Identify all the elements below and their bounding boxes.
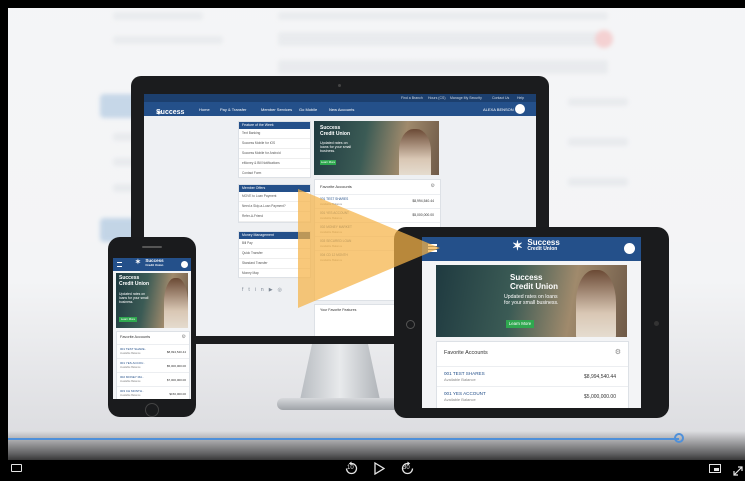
picture-in-picture-icon[interactable] [709,464,721,473]
table-row[interactable]: 001 YES ACCOU.. Available Balance $5,000… [117,358,189,373]
hero-text: Updated rates on loans for your small bu… [119,292,149,304]
tablet-camera [654,321,659,326]
monitor-stand [300,344,380,400]
list-item[interactable]: MOVE to Loan Payment [239,192,310,202]
favorites-title: Favorite Accounts [320,184,352,189]
table-row[interactable]: 001 YES ACCOUNT Available Balance $5,000… [437,386,628,407]
hero-logo: Success Credit Union [119,275,149,287]
linkedin-icon[interactable]: in [255,287,269,293]
play-icon[interactable] [374,461,386,480]
learn-more-button[interactable]: Learn More [119,317,137,322]
feature-card: Feature of the Week Text Banking Success… [238,121,311,179]
fullscreen-icon[interactable] [733,463,743,481]
gear-icon[interactable]: ⚙ [615,348,621,356]
top-link[interactable]: Find a Branch [401,96,423,100]
hero-logo: Success Credit Union [320,125,350,137]
desktop-top-links: Find a Branch Hours (CS) Manage My Secur… [144,94,536,102]
nav-item-pay-transfer[interactable]: Pay & Transfer [220,107,246,112]
top-link[interactable]: Contact Us [492,96,509,100]
phone-speaker [142,246,162,248]
phone-screen: ✶ Success Credit Union Success Credit Uni… [113,258,191,399]
favorites-title: Favorite Accounts [120,335,151,339]
desktop-main-nav: ✶ Success Home Pay & Transfer Member Ser… [144,102,536,117]
table-row[interactable]: 001 TEST SHARE.. Available Balance $8,99… [117,344,189,359]
instagram-icon[interactable]: ◎ [278,287,287,293]
list-item[interactable]: Standard Transfer [239,259,310,269]
tablet-home-button [406,320,415,329]
card-title: Member Offers [239,185,310,192]
card-title: Money Management [239,232,310,239]
nav-item-home[interactable]: Home [199,107,210,112]
monitor-base [277,398,405,410]
tablet-screen: ✶ Success Credit Union Success Credit Uni… [422,237,641,408]
hero-banner[interactable]: Success Credit Union Updated rates on loa… [314,121,439,175]
progress-bar[interactable] [8,438,679,440]
table-row[interactable]: 002 MONEY MA.. Available Balance $7,000,… [117,372,189,387]
nav-item-member-services[interactable]: Member Services [261,107,292,112]
hero-text: Updated rates on loans for your small bu… [504,294,559,306]
star-logo-icon: ✶ [135,259,141,266]
list-item[interactable]: Refer-A-Friend [239,212,310,222]
skip-forward-label: 30 [403,465,410,471]
list-item[interactable]: Text Banking [239,129,310,139]
list-item[interactable]: Need a Skip-a-Loan Payment? [239,202,310,212]
phone-home-button [145,403,159,417]
avatar[interactable] [515,104,525,114]
webcam-icon [338,84,341,87]
menu-icon[interactable] [428,244,437,252]
star-logo-icon: ✶ [512,238,523,253]
list-item[interactable]: Money Map [239,269,310,279]
logo-text: Success [156,109,185,116]
rewind-10-icon[interactable]: 10 [344,461,359,476]
skip-back-label: 10 [347,465,354,471]
tablet-hero-banner[interactable]: Success Credit Union Updated rates on loa… [436,265,627,337]
phone-header: ✶ Success Credit Union [113,258,191,271]
gear-icon[interactable]: ⚙ [431,183,435,189]
phone-device: ✶ Success Credit Union Success Credit Uni… [108,237,196,417]
learn-more-button[interactable]: Learn More [320,160,336,165]
money-card: Money Management Bill Pay Quick Transfer… [238,231,311,279]
top-link[interactable]: Help [517,96,524,100]
table-row[interactable]: 001 TEST SHARES Available Balance $8,994… [315,194,440,209]
phone-hero-banner[interactable]: Success Credit Union Updated rates on loa… [116,273,188,328]
list-item[interactable]: eMoney & Bill Notifications [239,159,310,169]
hero-logo: Success Credit Union [510,273,558,292]
captions-icon[interactable] [11,464,22,472]
social-icons: ftin▶◎ [242,287,287,293]
avatar[interactable] [624,243,635,254]
nav-item-new-accounts[interactable]: New Accounts [329,107,354,112]
features-title: Your Favorite Features [320,308,357,312]
list-item[interactable]: Bill Pay [239,239,310,249]
tablet-favorite-accounts: Favorite Accounts ⚙ 001 TEST SHARES Avai… [436,341,629,408]
tablet-header: ✶ Success Credit Union [422,237,641,261]
offers-card: Member Offers MOVE to Loan Payment Need … [238,184,311,223]
list-item[interactable]: Contact Form [239,169,310,179]
table-row[interactable]: 003 CH MONTH.. Available Balance $150,00… [117,386,189,399]
nav-item-go-mobile[interactable]: Go Mobile [299,107,317,112]
list-item[interactable]: Success Mobile for Android [239,149,310,159]
table-row[interactable]: 001 YES ACCOUNT Available Balance $5,000… [315,208,440,223]
progress-handle[interactable] [674,433,684,443]
top-link[interactable]: Hours (CS) [428,96,446,100]
table-row[interactable]: 001 TEST SHARES Available Balance $8,994… [437,366,628,387]
list-item[interactable]: Quick Transfer [239,249,310,259]
list-item[interactable]: Success Mobile for iOS [239,139,310,149]
tablet-logo[interactable]: ✶ Success Credit Union [512,239,560,255]
youtube-icon[interactable]: ▶ [269,287,278,293]
favorites-title: Favorite Accounts [444,350,488,356]
user-name[interactable]: ALEXA BENSON [483,107,514,112]
hero-text: Updated rates on loans for your small bu… [320,141,352,154]
avatar[interactable] [181,261,188,268]
forward-30-icon[interactable]: 30 [400,461,415,476]
top-link[interactable]: Manage My Security [450,96,482,100]
gear-icon[interactable]: ⚙ [182,334,186,340]
card-title: Feature of the Week [239,122,310,129]
video-player: Find a Branch Hours (CS) Manage My Secur… [0,0,745,481]
learn-more-button[interactable]: Learn More [506,320,534,328]
tablet-device: ✶ Success Credit Union Success Credit Uni… [394,227,669,418]
phone-favorite-accounts: Favorite Accounts ⚙ 001 TEST SHARE.. Ava… [116,331,190,399]
menu-icon[interactable] [117,262,122,267]
